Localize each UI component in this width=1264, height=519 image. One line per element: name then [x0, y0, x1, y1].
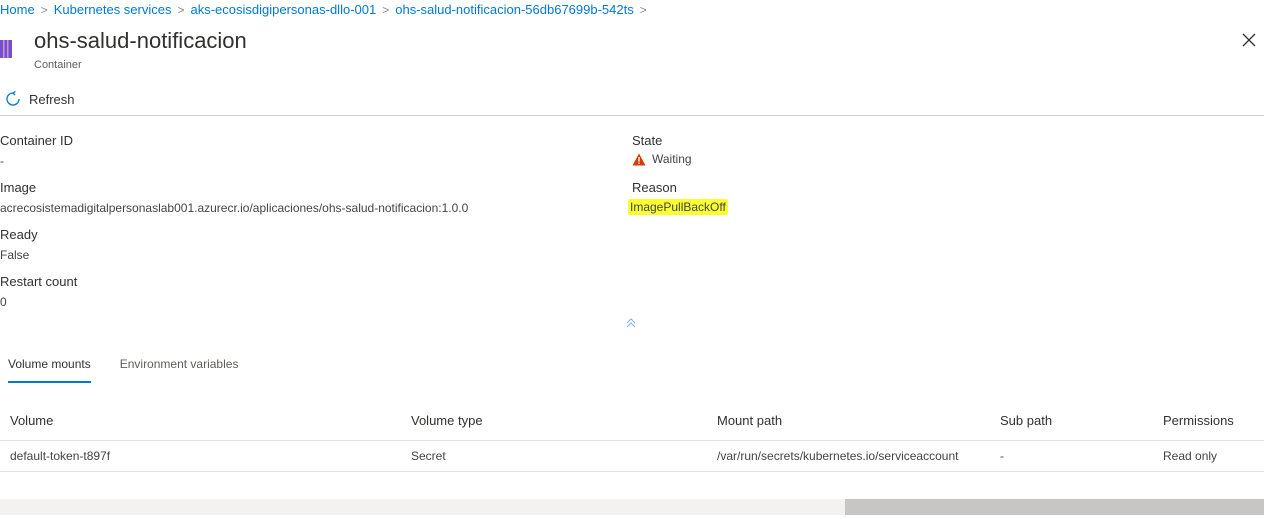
warning-icon	[632, 153, 646, 165]
breadcrumb-home[interactable]: Home	[0, 2, 35, 17]
column-header-volume-type: Volume type	[411, 412, 483, 428]
restart-count-value: 0	[0, 295, 7, 309]
cell-permissions: Read only	[1163, 449, 1218, 463]
cell-volume: default-token-t897f	[10, 449, 111, 463]
breadcrumb-separator-icon: >	[639, 3, 647, 17]
tab-volume-mounts[interactable]: Volume mounts	[8, 357, 91, 383]
refresh-button[interactable]: Refresh	[5, 90, 75, 108]
image-label: Image	[0, 180, 37, 195]
image-value: acrecosistemadigitalpersonaslab001.azure…	[0, 201, 469, 215]
breadcrumb: Home > Kubernetes services > aks-ecosisdigip…	[0, 2, 653, 17]
chevron-up-double-icon[interactable]	[624, 316, 638, 330]
column-header-sub-path: Sub path	[1000, 412, 1053, 428]
state-value: Waiting	[632, 152, 692, 166]
reason-highlight: ImagePullBackOff	[628, 199, 728, 215]
column-header-volume: Volume	[10, 412, 54, 428]
container-id-value: -	[0, 154, 4, 168]
close-icon[interactable]	[1242, 33, 1256, 47]
state-value-text: Waiting	[652, 152, 692, 166]
cell-sub-path: -	[1000, 449, 1004, 463]
restart-count-label: Restart count	[0, 274, 78, 289]
tab-bar: Volume mounts Environment variables	[8, 357, 238, 383]
table-header: Volume Volume type Mount path Sub path P…	[0, 400, 1264, 441]
page-subtitle: Container	[34, 59, 82, 71]
breadcrumb-separator-icon: >	[40, 3, 48, 17]
refresh-icon	[6, 91, 20, 106]
ready-label: Ready	[0, 227, 38, 242]
toolbar-divider	[0, 115, 1264, 116]
breadcrumb-separator-icon: >	[382, 3, 390, 17]
column-header-mount-path: Mount path	[717, 412, 783, 428]
refresh-label: Refresh	[29, 91, 75, 107]
page-title: ohs-salud-notificacion	[34, 28, 247, 53]
table-row: default-token-t897f Secret /var/run/secr…	[0, 441, 1264, 472]
reason-label: Reason	[632, 180, 677, 195]
breadcrumb-separator-icon: >	[177, 3, 185, 17]
breadcrumb-cluster[interactable]: aks-ecosisdigipersonas-dllo-001	[191, 2, 377, 17]
state-label: State	[632, 133, 663, 148]
container-id-label: Container ID	[0, 133, 73, 148]
ready-value: False	[0, 248, 30, 262]
breadcrumb-kubernetes-services[interactable]: Kubernetes services	[54, 2, 172, 17]
cell-mount-path: /var/run/secrets/kubernetes.io/serviceac…	[717, 449, 959, 463]
breadcrumb-pod[interactable]: ohs-salud-notificacion-56db67699b-542ts	[395, 2, 634, 17]
cell-volume-type: Secret	[411, 449, 446, 463]
container-icon	[0, 40, 12, 58]
column-header-permissions: Permissions	[1163, 412, 1234, 428]
horizontal-scrollbar-thumb[interactable]	[845, 499, 1264, 515]
reason-value: ImagePullBackOff	[628, 199, 728, 215]
tab-environment-variables[interactable]: Environment variables	[120, 357, 239, 383]
